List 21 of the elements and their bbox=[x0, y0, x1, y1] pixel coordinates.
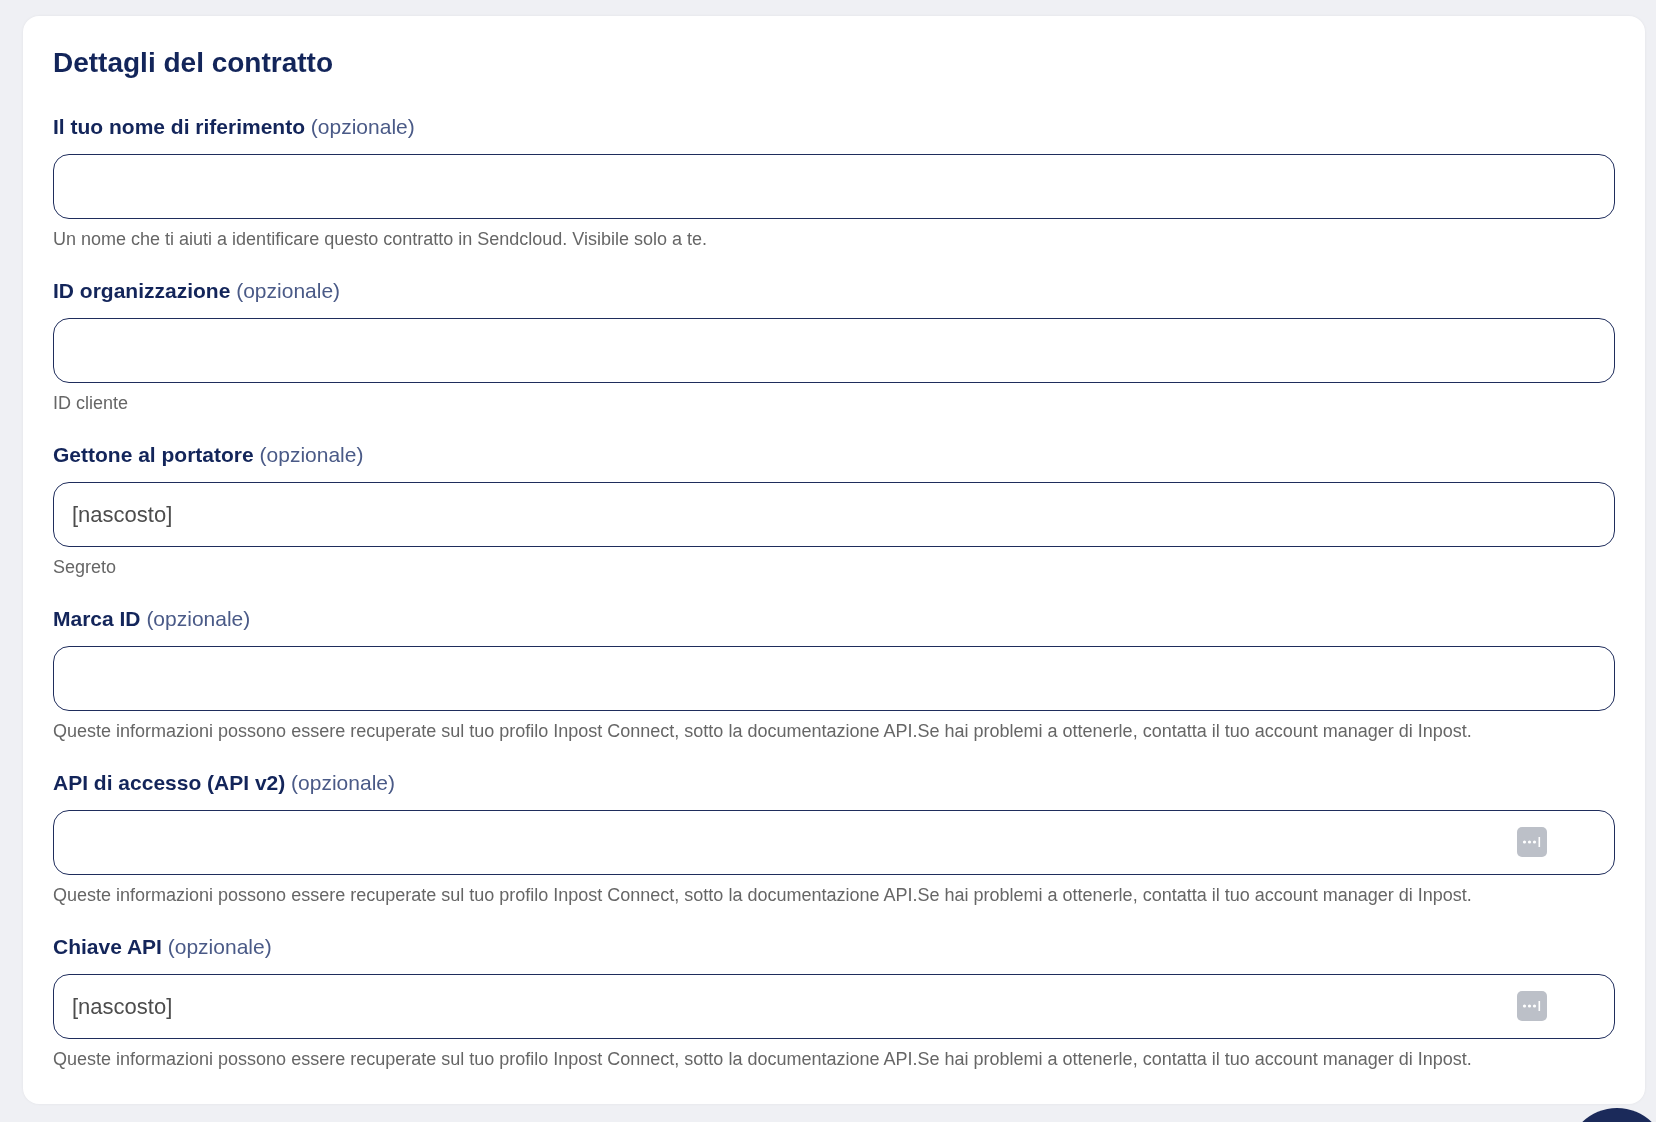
password-dots-icon[interactable] bbox=[1517, 827, 1547, 857]
help-text: Un nome che ti aiuti a identificare questo contratto in Sendcloud. Visibile solo a te. bbox=[53, 228, 708, 250]
text-input[interactable] bbox=[53, 318, 1615, 383]
help-text: Queste informazioni possono essere recuperate sul tuo profilo Inpost Connect, sotto la documentazione API.Se hai problemi a ottenerle, contatta il tuo account manager di Inpost. bbox=[53, 884, 1472, 906]
text-input[interactable] bbox=[53, 810, 1615, 875]
section-title: Dettagli del contratto bbox=[53, 46, 333, 80]
text-input[interactable] bbox=[53, 154, 1615, 219]
field-label: Il tuo nome di riferimento (opzionale) bbox=[53, 114, 415, 140]
field-label: Chiave API (opzionale) bbox=[53, 934, 272, 960]
field-label: Gettone al portatore (opzionale) bbox=[53, 442, 364, 468]
help-text: Queste informazioni possono essere recuperate sul tuo profilo Inpost Connect, sotto la documentazione API.Se hai problemi a ottenerle, contatta il tuo account manager di Inpost. bbox=[53, 1048, 1472, 1070]
help-text: Segreto bbox=[53, 556, 117, 578]
help-text: Queste informazioni possono essere recuperate sul tuo profilo Inpost Connect, sotto la documentazione API.Se hai problemi a ottenerle, contatta il tuo account manager di Inpost. bbox=[53, 720, 1472, 742]
password-dots-icon[interactable] bbox=[1517, 991, 1547, 1021]
text-input[interactable] bbox=[53, 646, 1615, 711]
field-label: ID organizzazione (opzionale) bbox=[53, 278, 341, 304]
help-text: ID cliente bbox=[53, 392, 129, 414]
text-input[interactable]: [nascosto] bbox=[53, 974, 1615, 1039]
text-input[interactable]: [nascosto] bbox=[53, 482, 1615, 547]
field-label: API di accesso (API v2) (opzionale) bbox=[53, 770, 395, 796]
field-label: Marca ID (opzionale) bbox=[53, 606, 251, 632]
